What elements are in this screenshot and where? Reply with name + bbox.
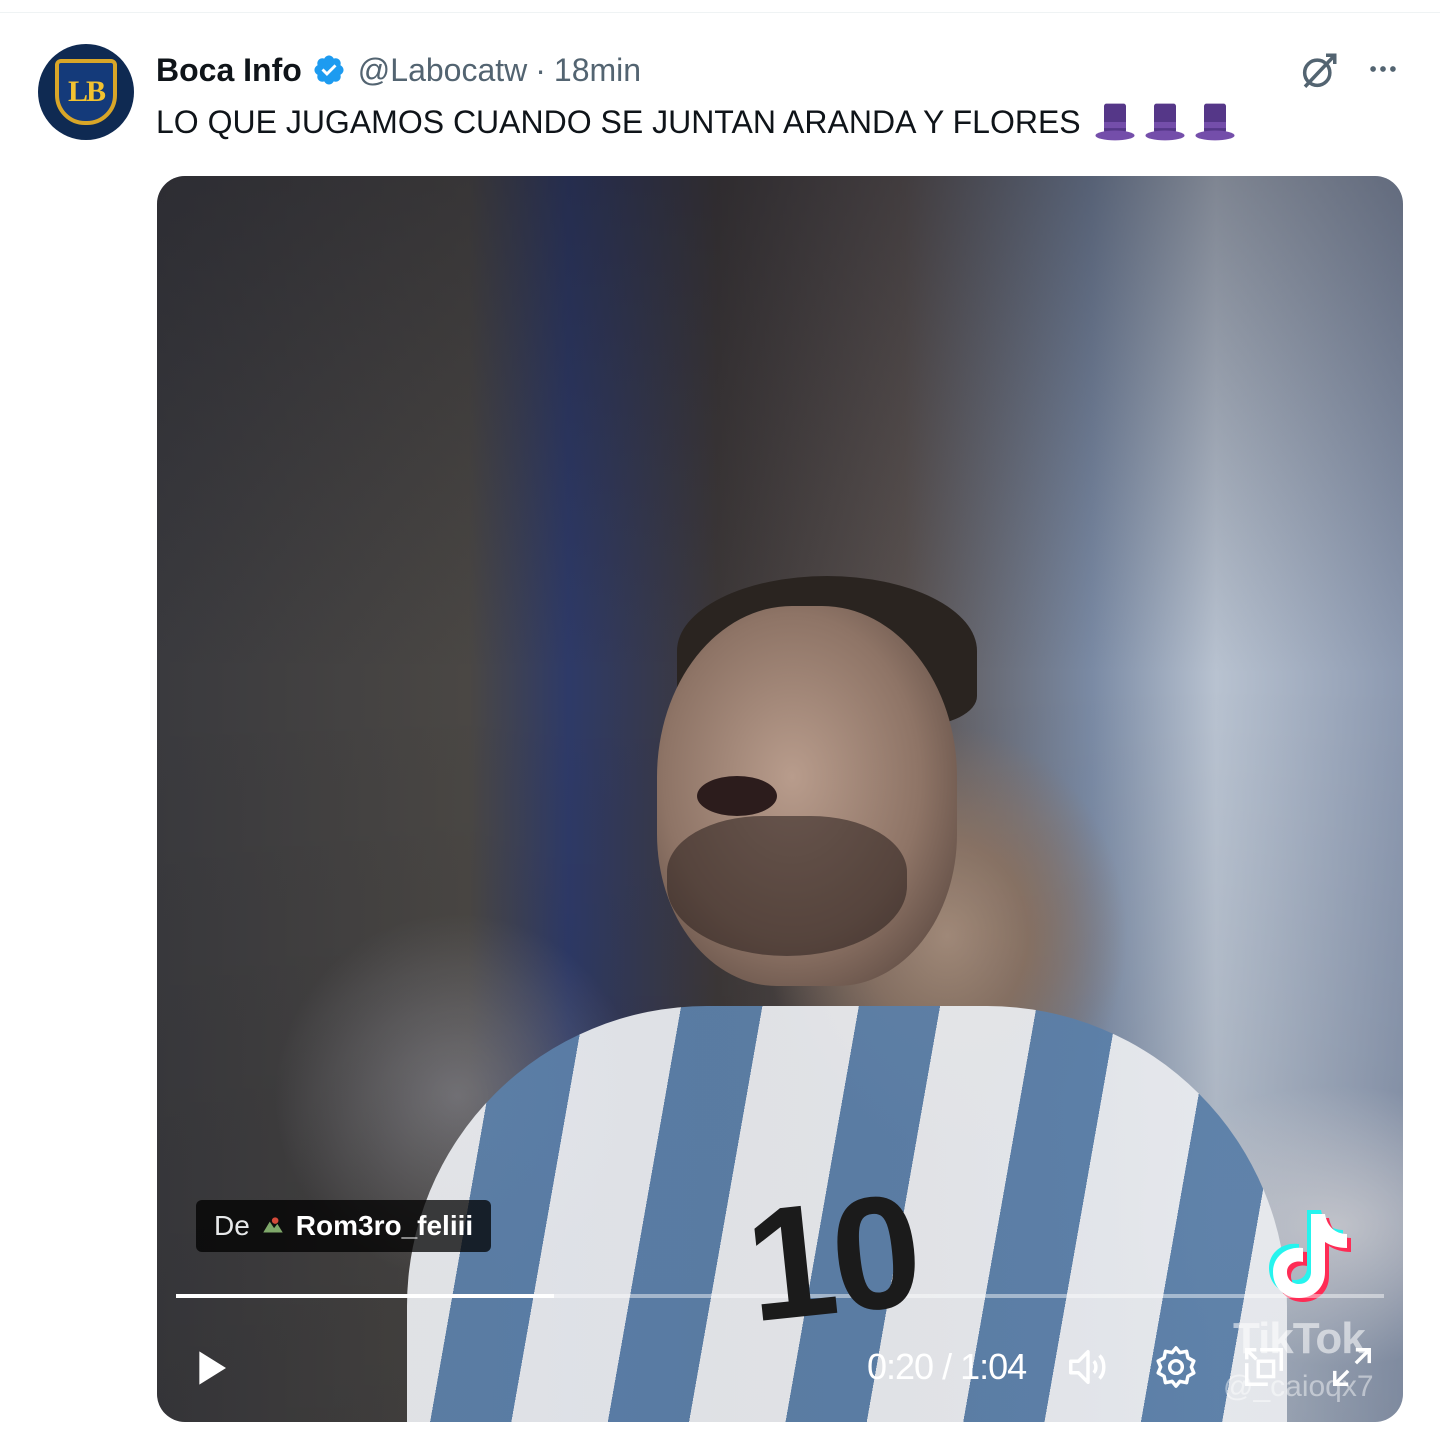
top-hat-emoji-icon bbox=[1195, 103, 1235, 141]
volume-icon[interactable] bbox=[1065, 1344, 1111, 1390]
settings-icon[interactable] bbox=[1153, 1344, 1199, 1390]
more-options-icon[interactable] bbox=[1362, 52, 1404, 86]
author-name[interactable]: Boca Info bbox=[156, 52, 302, 89]
tweet-text-content: LO QUE JUGAMOS CUANDO SE JUNTAN ARANDA Y… bbox=[156, 103, 1081, 140]
picture-in-picture-icon[interactable] bbox=[1241, 1344, 1287, 1390]
video-source-attribution[interactable]: De Rom3ro_feliii bbox=[196, 1200, 492, 1252]
video-time-display: 0:20 / 1:04 bbox=[867, 1346, 1027, 1387]
source-avatar-icon bbox=[263, 1217, 283, 1233]
video-frame-beard bbox=[667, 816, 907, 956]
video-progress-fill bbox=[176, 1294, 554, 1298]
tweet-text: LO QUE JUGAMOS CUANDO SE JUNTAN ARANDA Y… bbox=[156, 100, 1237, 144]
video-frame-mouth bbox=[697, 776, 777, 816]
avatar-logo: LB bbox=[55, 59, 117, 125]
tweet-header: Boca Info @Labocatw · 18min bbox=[156, 50, 641, 90]
fullscreen-icon[interactable] bbox=[1329, 1344, 1375, 1390]
play-icon[interactable] bbox=[191, 1348, 231, 1388]
avatar[interactable]: LB bbox=[38, 44, 134, 140]
tiktok-logo-icon bbox=[1269, 1210, 1351, 1302]
video-player[interactable]: De Rom3ro_feliii TikTok @_caioqx7 0:20 /… bbox=[157, 176, 1403, 1422]
author-handle[interactable]: @Labocatw bbox=[358, 52, 527, 89]
source-prefix: De bbox=[214, 1210, 250, 1241]
top-hat-emoji-icon bbox=[1145, 103, 1185, 141]
source-username: Rom3ro_feliii bbox=[295, 1210, 474, 1241]
separator-dot: · bbox=[535, 51, 546, 88]
grok-icon[interactable] bbox=[1298, 50, 1340, 92]
video-frame-jersey-number: 10 bbox=[738, 1159, 926, 1356]
timestamp[interactable]: 18min bbox=[554, 52, 641, 89]
top-hat-emoji-icon bbox=[1095, 103, 1135, 141]
emoji-group bbox=[1093, 100, 1237, 144]
tweet-card[interactable]: LB Boca Info @Labocatw · 18min LO QUE JU… bbox=[0, 0, 1440, 1454]
verified-badge-icon[interactable] bbox=[312, 53, 346, 87]
avatar-logo-letters: LB bbox=[67, 75, 106, 108]
